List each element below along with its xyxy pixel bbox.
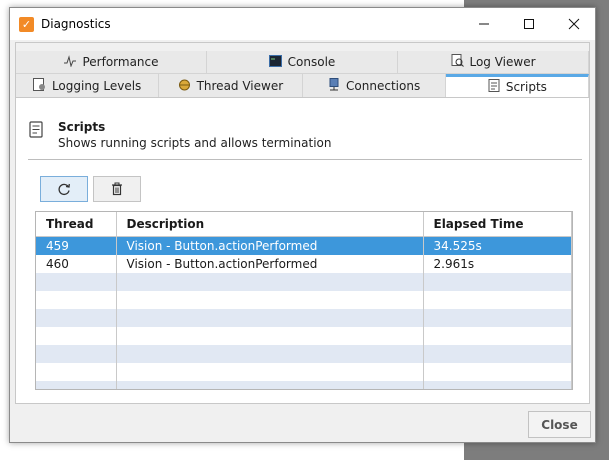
tab-connections[interactable]: Connections (302, 74, 446, 97)
tab-label: Scripts (505, 80, 547, 94)
tab-label: Logging Levels (51, 78, 142, 93)
refresh-icon (58, 183, 70, 196)
tab-label: Performance (82, 55, 159, 69)
cell-thread: 460 (36, 255, 117, 273)
diagnostics-window: ✓ Diagnostics Performance Console Log Vi… (9, 7, 596, 443)
cell-description: Vision - Button.actionPerformed (116, 236, 424, 255)
tab-performance[interactable]: Performance (16, 51, 207, 74)
table-row[interactable]: 459 Vision - Button.actionPerformed 34.5… (36, 236, 572, 255)
empty-row (36, 327, 572, 345)
panel-subtitle: Shows running scripts and allows termina… (58, 136, 332, 150)
terminate-button[interactable] (93, 176, 141, 202)
cell-thread: 459 (36, 236, 117, 255)
console-icon (269, 54, 283, 70)
table-row[interactable]: 460 Vision - Button.actionPerformed 2.96… (36, 255, 572, 273)
tab-row-2: Logging Levels Thread Viewer Connections… (16, 74, 589, 98)
minimize-button[interactable] (461, 8, 506, 40)
table-header-row: Thread Description Elapsed Time (36, 212, 572, 237)
empty-row (36, 381, 572, 389)
empty-row (36, 309, 572, 327)
log-viewer-icon (450, 54, 464, 70)
logging-levels-icon (33, 77, 47, 94)
tab-console[interactable]: Console (207, 51, 398, 74)
tab-thread-viewer[interactable]: Thread Viewer (159, 74, 303, 97)
divider (28, 159, 582, 160)
app-icon: ✓ (19, 17, 34, 32)
column-header-thread[interactable]: Thread (36, 212, 117, 237)
tab-label: Connections (346, 78, 421, 93)
thread-viewer-icon (178, 78, 192, 94)
close-icon (568, 18, 579, 30)
tab-row-1: Performance Console Log Viewer (16, 51, 589, 74)
cell-elapsed: 34.525s (423, 236, 572, 255)
tab-logging-levels[interactable]: Logging Levels (16, 74, 160, 97)
tab-label: Console (287, 55, 336, 69)
tab-container: Performance Console Log Viewer Logging L… (15, 42, 590, 404)
empty-row (36, 345, 572, 363)
trash-icon (112, 182, 122, 196)
minimize-icon (478, 23, 489, 25)
scripts-panel: Scripts Shows running scripts and allows… (16, 98, 589, 403)
close-window-button[interactable] (551, 8, 596, 40)
title-bar[interactable]: ✓ Diagnostics (10, 8, 595, 40)
panel-title: Scripts (58, 120, 106, 134)
refresh-button[interactable] (40, 176, 88, 202)
tab-label: Log Viewer (469, 55, 536, 69)
column-header-elapsed-time[interactable]: Elapsed Time (423, 212, 572, 237)
cell-description: Vision - Button.actionPerformed (116, 255, 424, 273)
window-title: Diagnostics (41, 17, 111, 31)
maximize-button[interactable] (506, 8, 551, 40)
performance-icon (63, 54, 77, 70)
empty-row (36, 273, 572, 291)
tab-label: Thread Viewer (196, 78, 284, 93)
connections-icon (327, 77, 341, 94)
empty-row (36, 363, 572, 381)
scripts-header-icon (28, 121, 44, 139)
scripts-table: Thread Description Elapsed Time 459 Visi… (35, 211, 573, 390)
column-header-description[interactable]: Description (116, 212, 424, 237)
scripts-icon (487, 79, 501, 95)
cell-elapsed: 2.961s (423, 255, 572, 273)
tab-scripts[interactable]: Scripts (445, 74, 589, 97)
tab-log-viewer[interactable]: Log Viewer (398, 51, 589, 74)
close-button[interactable]: Close (528, 411, 591, 438)
empty-row (36, 291, 572, 309)
maximize-icon (523, 19, 534, 29)
